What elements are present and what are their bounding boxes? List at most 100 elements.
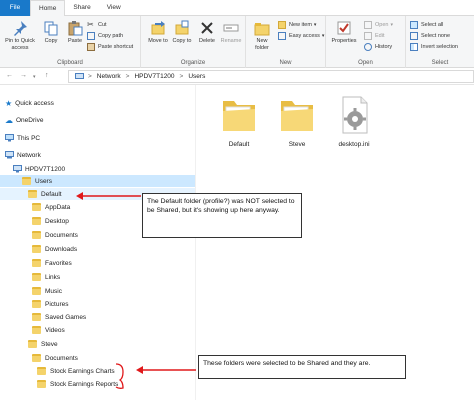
content-item-steve[interactable]: Steve	[276, 95, 318, 148]
copy-to-button[interactable]: Copy to	[171, 20, 193, 45]
breadcrumb-network[interactable]: Network	[97, 73, 121, 80]
tree-label: Users	[35, 177, 52, 185]
settings-file-icon	[342, 96, 368, 134]
cut-button[interactable]: ✂ Cut	[87, 21, 107, 29]
copy-path-button[interactable]: Copy path	[87, 32, 123, 40]
tree-item-quick-access[interactable]: ★ Quick access	[5, 97, 54, 109]
new-folder-button[interactable]: New folder	[250, 20, 274, 51]
select-group-label: Select	[431, 60, 449, 66]
edit-label: Edit	[375, 33, 385, 39]
content-item-label: Default	[228, 141, 250, 148]
new-item-button[interactable]: New item ▾	[278, 21, 316, 29]
history-icon	[364, 43, 372, 51]
rename-button[interactable]: Rename	[219, 20, 243, 45]
tree-item-desktop[interactable]: Desktop	[32, 215, 69, 227]
back-arrow-icon[interactable]: ←	[6, 72, 13, 79]
tree-item-links[interactable]: Links	[32, 271, 60, 283]
content-item-label: desktop.ini	[338, 141, 370, 148]
copy-label: Copy	[44, 38, 58, 44]
open-group: Properties Open ▾ Edit History Open	[326, 16, 406, 68]
delete-button[interactable]: Delete	[197, 20, 217, 45]
tree-item-appdata[interactable]: AppData	[32, 201, 70, 213]
tree-item-stock-earnings-reports[interactable]: Stock Earnings Reports	[37, 378, 118, 390]
computer-icon	[5, 134, 14, 142]
chevron-down-icon: ▾	[390, 22, 393, 28]
content-item-desktop-ini[interactable]: desktop.ini	[330, 95, 378, 148]
tree-item-favorites[interactable]: Favorites	[32, 257, 72, 269]
folder-icon	[37, 367, 46, 375]
new-folder-icon	[254, 23, 270, 36]
paste-button[interactable]: Paste	[64, 20, 86, 45]
folder-icon	[32, 259, 41, 267]
breadcrumb-host[interactable]: HPDV7T1200	[134, 73, 174, 80]
folder-icon	[32, 326, 41, 334]
tab-share[interactable]: Share	[65, 0, 98, 16]
tree-item-stock-earnings-charts[interactable]: Stock Earnings Charts	[37, 365, 115, 377]
tree-label: Favorites	[45, 259, 72, 267]
tab-view[interactable]: View	[99, 0, 129, 16]
tree-item-host[interactable]: HPDV7T1200	[13, 163, 65, 175]
star-icon: ★	[5, 98, 13, 108]
folder-icon	[281, 101, 313, 131]
folder-icon	[223, 101, 255, 131]
ribbon-tabs: File Home Share View	[0, 0, 474, 17]
content-item-default[interactable]: Default	[218, 95, 260, 148]
folder-icon	[28, 340, 37, 348]
tree-item-videos[interactable]: Videos	[32, 324, 65, 336]
new-item-label: New item	[289, 22, 312, 28]
tree-item-users[interactable]: Users	[0, 175, 195, 187]
tab-home[interactable]: Home	[30, 0, 66, 17]
tree-label: AppData	[45, 203, 71, 211]
forward-arrow-icon[interactable]: →	[20, 72, 27, 79]
clipboard-group-label: Clipboard	[57, 60, 83, 66]
easy-access-label: Easy access	[289, 33, 320, 39]
paste-shortcut-button[interactable]: Paste shortcut	[87, 43, 133, 51]
paste-label: Paste	[67, 38, 83, 44]
move-to-button[interactable]: Move to	[147, 20, 169, 45]
properties-icon	[337, 21, 351, 35]
move-to-icon	[151, 21, 165, 35]
tree-label: Stock Earnings Reports	[50, 380, 119, 388]
tree-item-onedrive[interactable]: ☁ OneDrive	[5, 114, 43, 126]
breadcrumb-users[interactable]: Users	[188, 73, 205, 80]
copy-button[interactable]: Copy	[40, 20, 62, 45]
rename-icon	[223, 24, 239, 32]
tree-item-steve-documents[interactable]: Documents	[32, 352, 78, 364]
select-none-button[interactable]: Select none	[410, 32, 450, 40]
recent-locations-chevron-icon[interactable]: ▾	[33, 74, 36, 80]
tree-item-steve[interactable]: Steve	[28, 338, 58, 350]
annotation-note-default-folder: The Default folder (profile?) was NOT se…	[142, 193, 302, 238]
tree-item-saved-games[interactable]: Saved Games	[32, 311, 86, 323]
folder-icon	[32, 354, 41, 362]
tree-label: Pictures	[45, 300, 69, 308]
tree-label: Quick access	[15, 99, 54, 107]
open-icon	[364, 21, 372, 29]
pin-to-quick-access-button[interactable]: Pin to Quick access	[2, 20, 38, 51]
properties-button[interactable]: Properties	[328, 20, 360, 45]
paste-shortcut-icon	[87, 43, 95, 51]
delete-label: Delete	[199, 38, 215, 44]
select-all-button[interactable]: Select all	[410, 21, 443, 29]
folder-icon	[32, 217, 41, 225]
select-group: Select all Select none Invert selection …	[406, 16, 474, 68]
tree-item-pictures[interactable]: Pictures	[32, 298, 68, 310]
new-folder-label: New folder	[255, 38, 269, 51]
tree-item-downloads[interactable]: Downloads	[32, 243, 77, 255]
open-button[interactable]: Open ▾	[364, 21, 393, 29]
clipboard-group: Pin to Quick access Copy Paste ✂ Cut Cop…	[0, 16, 141, 68]
easy-access-button[interactable]: Easy access ▾	[278, 32, 324, 40]
tree-item-this-pc[interactable]: This PC	[5, 132, 40, 144]
tree-item-documents[interactable]: Documents	[32, 229, 78, 241]
address-bar[interactable]: > Network > HPDV7T1200 > Users	[68, 70, 474, 83]
tree-label: Default	[41, 190, 62, 198]
tree-label: Documents	[45, 354, 78, 362]
up-arrow-icon[interactable]: ↑	[45, 72, 49, 79]
invert-selection-button[interactable]: Invert selection	[410, 43, 458, 51]
history-button[interactable]: History	[364, 43, 392, 51]
tree-item-network[interactable]: Network	[5, 149, 41, 161]
copy-icon	[44, 21, 58, 36]
tab-file[interactable]: File	[0, 0, 30, 16]
tree-item-music[interactable]: Music	[32, 285, 62, 297]
edit-button[interactable]: Edit	[364, 32, 384, 40]
new-group: New folder New item ▾ Easy access ▾ New	[246, 16, 326, 68]
